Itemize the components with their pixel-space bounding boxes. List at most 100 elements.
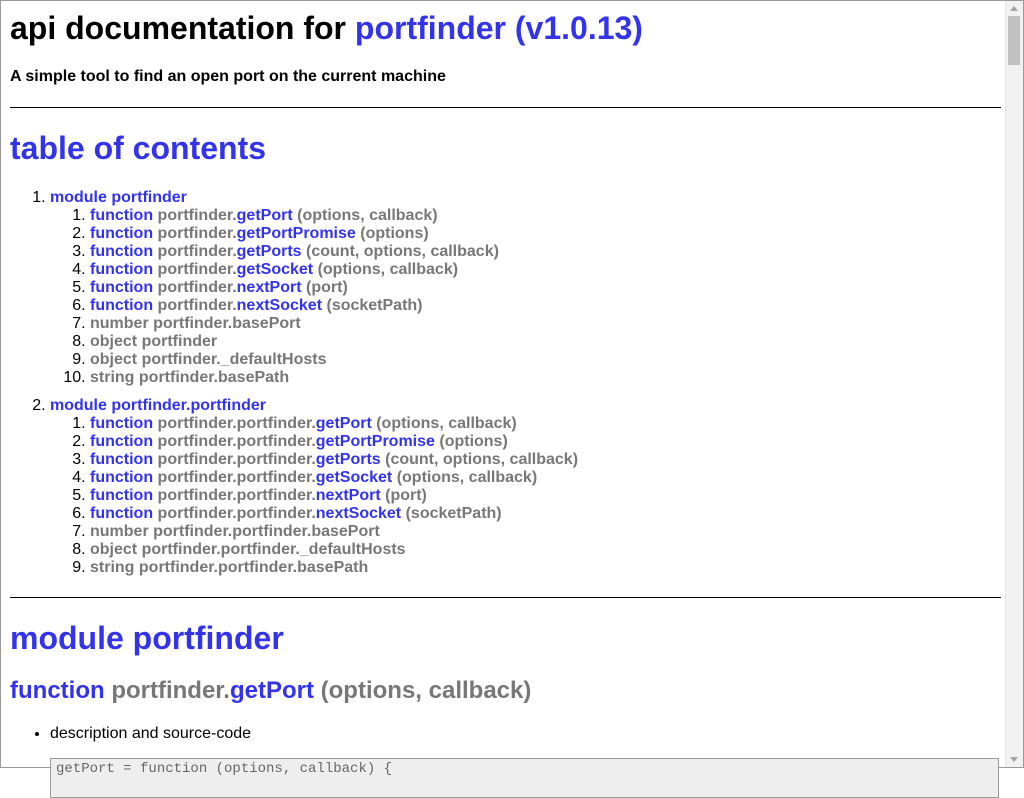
description-item: description and source-code	[50, 725, 251, 743]
toc-entry-args: (options, callback)	[376, 415, 517, 432]
toc-entry-prefix: portfinder.	[157, 279, 237, 296]
toc-property-entry: object portfinder._defaultHosts	[90, 351, 327, 368]
toc-entry: function portfinder.portfinder.getPortPr…	[90, 433, 578, 451]
toc-function-name-link[interactable]: nextSocket	[237, 297, 322, 314]
toc-function-keyword-link[interactable]: function	[90, 451, 153, 468]
toc-module-link[interactable]: module portfinder	[50, 189, 187, 206]
toc-function-keyword-link[interactable]: function	[90, 505, 153, 522]
toc-entry-args: (options, callback)	[297, 207, 438, 224]
toc-property-entry: string portfinder.portfinder.basePath	[90, 559, 369, 576]
toc-entry-prefix: portfinder.portfinder.	[157, 469, 316, 486]
toc-function-keyword-link[interactable]: function	[90, 225, 153, 242]
toc-entry: object portfinder	[90, 333, 578, 351]
toc-property-entry: string portfinder.basePath	[90, 369, 290, 386]
toc-entry: function portfinder.getPortPromise (opti…	[90, 225, 578, 243]
toc-module-item: module portfinderfunction portfinder.get…	[50, 189, 578, 387]
toc-entry-args: (count, options, callback)	[385, 451, 579, 468]
toc-entry-prefix: portfinder.	[157, 207, 237, 224]
toc-function-keyword-link[interactable]: function	[90, 279, 153, 296]
toc-sublist: function portfinder.portfinder.getPort (…	[50, 415, 578, 577]
toc-entry: function portfinder.getPort (options, ca…	[90, 207, 578, 225]
vertical-scrollbar[interactable]	[1005, 1, 1023, 767]
function-heading: function portfinder.getPort (options, ca…	[10, 677, 531, 705]
toc-entry-args: (options)	[439, 433, 508, 450]
package-link[interactable]: portfinder (v1.0.13)	[355, 10, 643, 46]
title-prefix: api documentation for	[10, 10, 346, 46]
toc-entry-args: (options, callback)	[396, 469, 538, 486]
toc-entry-prefix: portfinder.portfinder.	[157, 505, 316, 522]
function-name-link[interactable]: getPort	[230, 677, 314, 704]
toc-entry: function portfinder.getPorts (count, opt…	[90, 243, 578, 261]
toc-function-name-link[interactable]: nextPort	[316, 487, 381, 504]
toc-entry-args: (port)	[385, 487, 427, 504]
toc-entry-prefix: portfinder.	[157, 297, 237, 314]
toc-entry-args: (socketPath)	[405, 505, 502, 522]
toc-entry-args: (options)	[360, 225, 429, 242]
toc-property-entry: number portfinder.portfinder.basePort	[90, 523, 380, 540]
divider	[10, 597, 1001, 598]
toc-entry-prefix: portfinder.portfinder.	[157, 487, 316, 504]
toc-function-keyword-link[interactable]: function	[90, 487, 153, 504]
toc-entry: number portfinder.basePort	[90, 315, 578, 333]
toc-function-keyword-link[interactable]: function	[90, 415, 153, 432]
function-prefix: portfinder.	[111, 677, 230, 704]
toc-entry: function portfinder.portfinder.nextSocke…	[90, 505, 578, 523]
scrollbar-thumb[interactable]	[1008, 16, 1020, 65]
toc-entry-args: (port)	[306, 279, 348, 296]
toc-entry-args: (socketPath)	[326, 297, 423, 314]
toc-function-keyword-link[interactable]: function	[90, 297, 153, 314]
toc-list: module portfinderfunction portfinder.get…	[10, 189, 578, 587]
function-keyword-link[interactable]: function	[10, 677, 105, 704]
toc-entry: function portfinder.getSocket (options, …	[90, 261, 578, 279]
toc-function-name-link[interactable]: getSocket	[316, 469, 392, 486]
toc-entry: object portfinder.portfinder._defaultHos…	[90, 541, 578, 559]
toc-entry: object portfinder._defaultHosts	[90, 351, 578, 369]
toc-function-keyword-link[interactable]: function	[90, 207, 153, 224]
toc-function-name-link[interactable]: nextSocket	[316, 505, 401, 522]
toc-function-keyword-link[interactable]: function	[90, 243, 153, 260]
toc-entry-prefix: portfinder.	[157, 261, 237, 278]
toc-entry-args: (count, options, callback)	[306, 243, 499, 260]
toc-function-keyword-link[interactable]: function	[90, 433, 153, 450]
toc-function-name-link[interactable]: getPort	[316, 415, 372, 432]
toc-entry-prefix: portfinder.portfinder.	[157, 433, 316, 450]
toc-function-name-link[interactable]: getPortPromise	[316, 433, 435, 450]
toc-entry: function portfinder.portfinder.nextPort …	[90, 487, 578, 505]
divider	[10, 107, 1001, 108]
toc-heading-link[interactable]: table of contents	[10, 130, 266, 166]
toc-entry-prefix: portfinder.portfinder.	[157, 415, 316, 432]
module-heading-link[interactable]: module portfinder	[10, 620, 284, 656]
toc-function-name-link[interactable]: getSocket	[237, 261, 313, 278]
toc-function-name-link[interactable]: getPortPromise	[237, 225, 356, 242]
toc-function-name-link[interactable]: getPort	[237, 207, 293, 224]
toc-module-link[interactable]: module portfinder.portfinder	[50, 397, 266, 414]
toc-entry: string portfinder.basePath	[90, 369, 578, 387]
toc-function-name-link[interactable]: nextPort	[237, 279, 302, 296]
toc-entry-prefix: portfinder.	[157, 243, 237, 260]
toc-function-name-link[interactable]: getPorts	[237, 243, 302, 260]
toc-function-name-link[interactable]: getPorts	[316, 451, 381, 468]
package-description: A simple tool to find an open port on th…	[10, 68, 446, 85]
toc-entry: string portfinder.portfinder.basePath	[90, 559, 578, 577]
toc-entry-prefix: portfinder.portfinder.	[157, 451, 316, 468]
toc-entry: number portfinder.portfinder.basePort	[90, 523, 578, 541]
toc-property-entry: object portfinder.portfinder._defaultHos…	[90, 541, 406, 558]
description-list: description and source-code	[10, 725, 251, 743]
toc-entry-args: (options, callback)	[317, 261, 459, 278]
scroll-up-arrow-icon[interactable]	[1010, 6, 1018, 11]
scroll-down-arrow-icon[interactable]	[1010, 757, 1018, 762]
toc-entry-prefix: portfinder.	[157, 225, 237, 242]
toc-module-item: module portfinder.portfinderfunction por…	[50, 397, 578, 577]
toc-sublist: function portfinder.getPort (options, ca…	[50, 207, 578, 387]
toc-entry: function portfinder.portfinder.getPorts …	[90, 451, 578, 469]
page-title: api documentation for portfinder (v1.0.1…	[10, 10, 643, 47]
toc-heading: table of contents	[10, 130, 266, 167]
function-args: (options, callback)	[320, 677, 532, 704]
module-heading: module portfinder	[10, 620, 284, 657]
toc-entry: function portfinder.portfinder.getPort (…	[90, 415, 578, 433]
toc-entry: function portfinder.nextPort (port)	[90, 279, 578, 297]
toc-function-keyword-link[interactable]: function	[90, 261, 153, 278]
toc-entry: function portfinder.portfinder.getSocket…	[90, 469, 578, 487]
toc-function-keyword-link[interactable]: function	[90, 469, 153, 486]
toc-entry: function portfinder.nextSocket (socketPa…	[90, 297, 578, 315]
